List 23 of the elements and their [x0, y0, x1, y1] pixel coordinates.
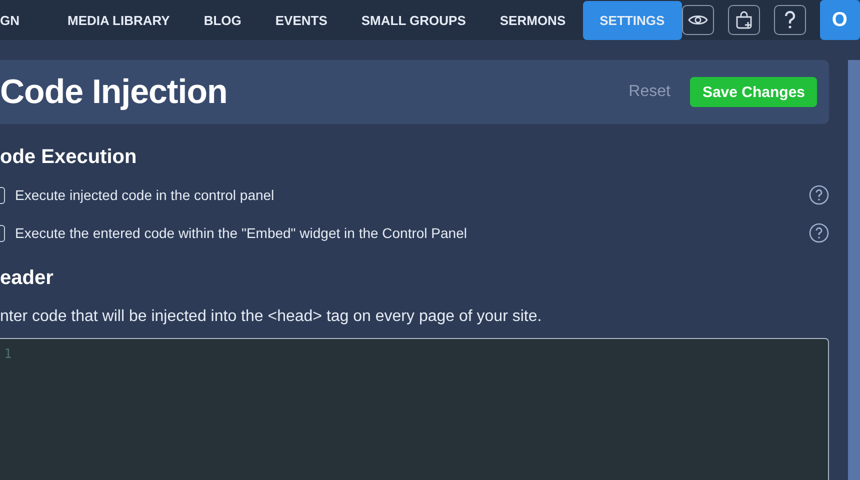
section-heading: ode Execution — [0, 146, 138, 169]
section-heading: eader — [0, 267, 54, 290]
nav-tab[interactable]: GN — [0, 12, 36, 28]
help-icon[interactable] — [809, 185, 829, 205]
nav-tab[interactable]: SERMONS — [482, 12, 583, 28]
shopping-bag-plus-icon — [734, 10, 754, 30]
help-button[interactable] — [774, 5, 806, 35]
line-number: 1 — [4, 347, 12, 362]
preview-button[interactable] — [682, 5, 714, 35]
section-description: nter code that will be injected into the <head> tag on every page of your site. — [0, 308, 543, 326]
option-label: Execute injected code in the control panel — [15, 187, 274, 203]
nav-tab[interactable]: SMALL GROUPS — [344, 12, 483, 28]
nav-tab[interactable]: BLOG — [186, 12, 258, 28]
help-icon[interactable] — [809, 223, 829, 243]
question-mark-icon — [784, 11, 796, 29]
nav-tab[interactable]: EVENTS — [258, 12, 344, 28]
store-button[interactable] — [728, 5, 760, 35]
eye-icon — [688, 13, 708, 27]
user-avatar[interactable]: O — [820, 0, 860, 40]
option-label: Execute the entered code within the "Embed" widget in the Control Panel — [15, 225, 467, 241]
page-title: Code Injection — [0, 72, 228, 112]
nav-tab[interactable]: MEDIA LIBRARY — [50, 12, 187, 28]
scrollbar[interactable] — [848, 60, 860, 480]
